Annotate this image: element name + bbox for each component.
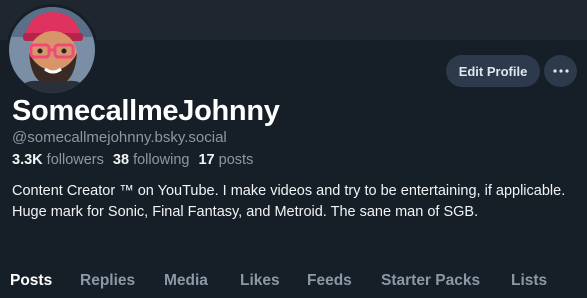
- followers-stat[interactable]: 3.3K followers: [12, 152, 104, 168]
- following-stat[interactable]: 38 following: [113, 152, 190, 168]
- following-label: following: [133, 152, 190, 168]
- avatar-illustration: [9, 7, 95, 93]
- tab-posts[interactable]: Posts: [10, 272, 52, 290]
- display-name: SomecallmeJohnny: [12, 95, 280, 127]
- following-count: 38: [112, 152, 130, 168]
- avatar[interactable]: [6, 4, 98, 96]
- profile-stats: 3.3K followers 38 following 17 posts: [12, 152, 253, 168]
- profile-tabs: Posts Replies Media Likes Feeds Starter …: [0, 262, 587, 298]
- posts-count: 17: [198, 152, 215, 168]
- posts-label: posts: [218, 152, 254, 168]
- posts-stat: 17 posts: [198, 152, 253, 168]
- tab-starter-packs[interactable]: Starter Packs: [381, 272, 480, 290]
- tab-likes[interactable]: Likes: [240, 272, 280, 290]
- ellipsis-icon: [552, 69, 569, 73]
- more-options-button[interactable]: [544, 55, 577, 87]
- tab-media[interactable]: Media: [164, 272, 208, 290]
- tab-replies[interactable]: Replies: [80, 272, 135, 290]
- tab-feeds[interactable]: Feeds: [307, 272, 352, 290]
- handle: @somecallmejohnny.bsky.social: [12, 129, 227, 146]
- edit-profile-button[interactable]: Edit Profile: [446, 55, 540, 87]
- followers-label: followers: [46, 152, 104, 168]
- tab-lists[interactable]: Lists: [511, 272, 547, 290]
- profile-bio: Content Creator ™ on YouTube. I make vid…: [12, 183, 566, 220]
- followers-count: 3.3K: [12, 152, 43, 168]
